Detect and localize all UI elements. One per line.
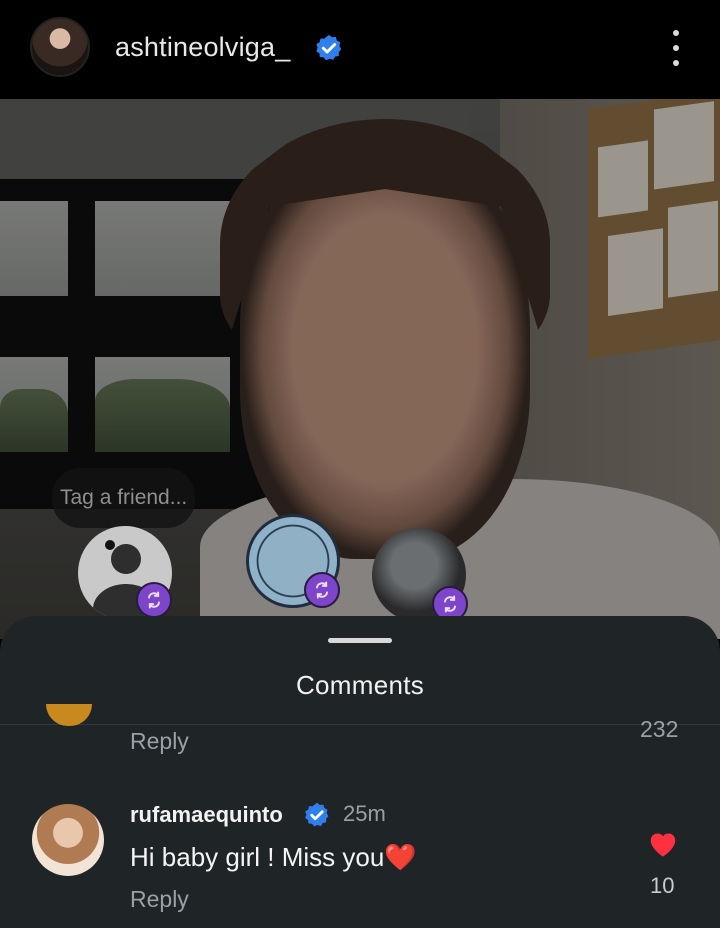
profile-avatar[interactable] bbox=[30, 17, 90, 77]
reply-button[interactable]: Reply bbox=[130, 728, 189, 755]
comment-avatar[interactable] bbox=[32, 804, 104, 876]
post-username[interactable]: ashtineolviga_ bbox=[115, 32, 290, 63]
more-vertical-icon[interactable] bbox=[664, 30, 688, 66]
verified-badge-icon bbox=[316, 34, 342, 61]
comment-avatar[interactable] bbox=[46, 704, 92, 726]
comments-sheet: Comments Reply 232 rufamaequinto 25m Hi … bbox=[0, 616, 720, 928]
heart-icon[interactable] bbox=[646, 828, 680, 858]
post-header: ashtineolviga_ bbox=[0, 0, 720, 99]
swap-icon[interactable] bbox=[304, 572, 340, 608]
comment-username[interactable]: rufamaequinto bbox=[130, 802, 283, 828]
verified-badge-icon bbox=[305, 802, 329, 827]
divider bbox=[0, 724, 720, 725]
comments-title: Comments bbox=[295, 670, 425, 700]
tag-a-friend-bubble[interactable]: Tag a friend... bbox=[52, 468, 195, 528]
drag-handle[interactable] bbox=[328, 638, 392, 643]
like-count: 10 bbox=[650, 873, 675, 898]
comment-timestamp: 25m bbox=[343, 801, 386, 826]
swap-icon[interactable] bbox=[136, 582, 172, 618]
reply-button[interactable]: Reply bbox=[130, 886, 189, 913]
like-count: 232 bbox=[640, 716, 679, 742]
comment-text: Hi baby girl ! Miss you❤️ bbox=[130, 842, 417, 872]
